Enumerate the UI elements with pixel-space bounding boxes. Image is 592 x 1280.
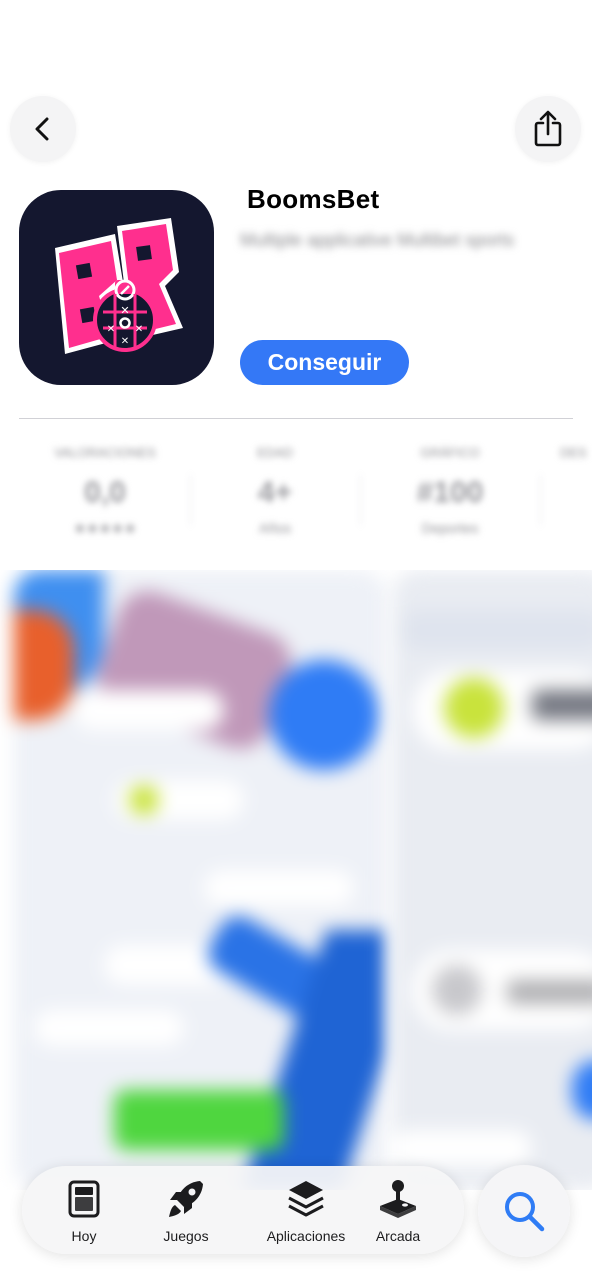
share-icon [534, 110, 562, 147]
layers-icon [288, 1181, 324, 1217]
tab-hoy[interactable]: Hoy [50, 1178, 118, 1244]
app-name: BoomsBet [247, 184, 380, 214]
back-button[interactable] [10, 96, 76, 162]
tab-label: Arcada [375, 1228, 421, 1244]
tab-aplicaciones[interactable]: Aplicaciones [246, 1178, 366, 1244]
svg-text:✕: ✕ [135, 324, 143, 335]
tab-label: Juegos [163, 1228, 209, 1244]
chevron-left-icon [35, 117, 49, 141]
screenshot-2[interactable] [392, 570, 592, 1190]
today-icon [68, 1180, 100, 1218]
share-button[interactable] [515, 96, 581, 162]
joystick-icon [380, 1180, 416, 1218]
app-subtitle: Multiple applicative Multibet sports [240, 230, 515, 250]
screenshot-1[interactable] [14, 570, 386, 1190]
get-button[interactable]: Conseguir [240, 340, 409, 385]
tab-label: Aplicaciones [266, 1228, 346, 1244]
tab-arcada[interactable]: Arcada [364, 1178, 432, 1244]
info-ratings: Valoraciones 0,0 ★★★★★ [54, 445, 156, 536]
divider [19, 418, 573, 419]
app-icon: ✕ ✕ ✕ ✕ [19, 190, 214, 385]
info-chart: Gráfico #100 Deportes [416, 445, 484, 536]
info-separator [360, 475, 361, 525]
svg-text:✕: ✕ [107, 324, 115, 335]
svg-text:✕: ✕ [120, 304, 129, 317]
search-button[interactable] [478, 1165, 570, 1257]
info-separator [540, 475, 541, 525]
search-icon [505, 1192, 545, 1232]
svg-text:✕: ✕ [121, 336, 129, 347]
info-row: Valoraciones 0,0 ★★★★★ Edad 4+ Años Gráf… [0, 445, 592, 555]
rocket-icon [169, 1181, 203, 1217]
tab-juegos[interactable]: Juegos [148, 1178, 224, 1244]
screenshot-carousel[interactable] [0, 570, 592, 1190]
info-age: Edad 4+ Años [256, 445, 294, 536]
info-separator [190, 475, 191, 525]
info-developer: Des [560, 445, 587, 460]
tab-bar: Hoy Juegos Aplicaciones Arcada [22, 1166, 464, 1254]
tab-label: Hoy [71, 1228, 97, 1244]
boomsbet-logo-icon: ✕ ✕ ✕ ✕ [55, 218, 183, 354]
